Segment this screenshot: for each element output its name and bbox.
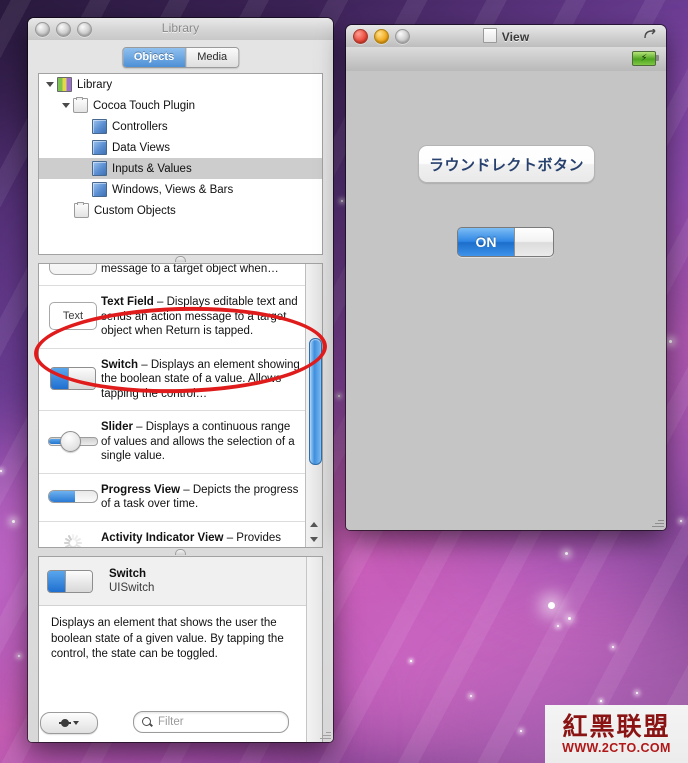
list-item[interactable]: Text Text Field – Displays editable text… xyxy=(39,286,306,349)
tree-row-label: Custom Objects xyxy=(94,204,176,217)
list-item[interactable]: Activity Indicator View – Provides xyxy=(39,522,306,548)
search-icon xyxy=(142,716,153,728)
object-list[interactable]: touch events and sends an action message… xyxy=(38,263,323,548)
objects-media-segmented-control[interactable]: Objects Media xyxy=(121,47,240,68)
tree-row-data-views[interactable]: Data Views xyxy=(39,137,322,158)
activity-indicator-thumb xyxy=(45,530,101,547)
view-toolbar[interactable]: ⚡ xyxy=(346,47,666,72)
list-item-title: Activity Indicator View xyxy=(101,531,224,544)
detail-description: Displays an element that shows the user … xyxy=(51,617,284,660)
detail-object-class: UISwitch xyxy=(109,582,155,594)
list-detail-splitter[interactable] xyxy=(28,547,333,556)
ui-switch[interactable]: ON xyxy=(457,227,554,257)
watermark: 紅黑联盟 WWW.2CTO.COM xyxy=(545,705,688,763)
scrollbar-thumb[interactable] xyxy=(309,338,322,465)
ui-switch-state-label: ON xyxy=(475,234,497,250)
tree-row-library[interactable]: Library xyxy=(39,74,322,95)
view-title-text: View xyxy=(501,30,530,44)
view-window[interactable]: View ⚡ ラウンドレクトボタン ON xyxy=(346,25,666,530)
tree-row-label: Data Views xyxy=(112,141,170,154)
document-icon xyxy=(482,28,497,43)
tab-media[interactable]: Media xyxy=(185,48,239,67)
library-window-title: Library xyxy=(161,21,200,35)
round-rect-button-thumb xyxy=(45,264,101,276)
list-item[interactable]: Switch – Displays an element showing the… xyxy=(39,349,306,411)
tree-row-cocoa-touch-plugin[interactable]: Cocoa Touch Plugin xyxy=(39,95,322,116)
watermark-url: WWW.2CTO.COM xyxy=(562,740,671,755)
list-item-title: Slider xyxy=(101,421,133,433)
round-rect-button[interactable]: ラウンドレクトボタン xyxy=(418,145,595,183)
list-item-description: Progress View – Depicts the progress of … xyxy=(101,482,300,512)
tree-list-splitter[interactable] xyxy=(28,254,333,263)
tree-row-inputs-and-values[interactable]: Inputs & Values xyxy=(39,158,322,179)
tab-objects[interactable]: Objects xyxy=(122,48,186,67)
switch-thumb xyxy=(47,569,99,593)
library-tree-view[interactable]: Library Cocoa Touch Plugin Controllers D… xyxy=(38,73,323,255)
view-window-title: View xyxy=(346,28,666,44)
toolbar-toggle-icon[interactable] xyxy=(644,29,657,42)
object-list-inner: touch events and sends an action message… xyxy=(39,263,306,548)
library-bottom-bar: Filter xyxy=(28,704,333,742)
library-window[interactable]: Library Objects Media Library Cocoa Touc… xyxy=(28,18,333,742)
detail-header: Switch UISwitch xyxy=(39,557,322,606)
library-titlebar[interactable]: Library xyxy=(28,18,333,41)
filter-input[interactable]: Filter xyxy=(133,711,289,733)
disclosure-triangle-icon[interactable] xyxy=(61,100,72,111)
round-rect-button-label: ラウンドレクトボタン xyxy=(428,155,584,174)
folder-icon xyxy=(73,97,88,113)
tree-row-controllers[interactable]: Controllers xyxy=(39,116,322,137)
text-field-thumb: Text xyxy=(45,294,101,339)
tree-row-label: Cocoa Touch Plugin xyxy=(93,99,196,112)
view-titlebar[interactable]: View xyxy=(346,25,666,48)
gear-action-button[interactable] xyxy=(40,712,98,734)
list-item-description: Activity Indicator View – Provides xyxy=(101,530,282,548)
view-canvas[interactable]: ラウンドレクトボタン ON xyxy=(346,71,666,530)
tree-row-windows-views-bars[interactable]: Windows, Views & Bars xyxy=(39,179,322,200)
slider-thumb xyxy=(45,419,101,464)
ui-switch-knob[interactable] xyxy=(514,228,553,256)
detail-object-name: Switch xyxy=(109,568,147,580)
filter-placeholder: Filter xyxy=(158,716,184,728)
tree-row-label: Library xyxy=(77,78,113,91)
disclosure-triangle-icon[interactable] xyxy=(45,79,56,90)
tree-row-label: Controllers xyxy=(112,120,168,133)
gear-icon xyxy=(59,717,71,729)
battery-charging-icon: ⚡ xyxy=(632,51,659,66)
watermark-logo-text: 紅黑联盟 xyxy=(562,711,671,741)
folder-icon xyxy=(74,202,89,218)
list-item-description: touch events and sends an action message… xyxy=(101,263,279,275)
list-item-title: Text Field xyxy=(101,296,154,308)
blue-box-icon xyxy=(92,161,107,176)
library-resize-handle[interactable] xyxy=(319,728,331,740)
list-item-title: Progress View xyxy=(101,483,181,496)
list-item-description: Text Field – Displays editable text and … xyxy=(101,294,300,339)
list-item[interactable]: touch events and sends an action message… xyxy=(39,263,306,286)
blue-box-icon xyxy=(92,119,107,134)
list-item-title: Switch xyxy=(101,358,139,371)
library-body: Objects Media Library Cocoa Touch Plugin… xyxy=(28,40,333,742)
list-item[interactable]: Progress View – Depicts the progress of … xyxy=(39,474,306,522)
list-item-description: Slider – Displays a continuous range of … xyxy=(101,419,300,464)
tree-row-label: Inputs & Values xyxy=(112,162,192,175)
view-resize-handle[interactable] xyxy=(651,515,664,528)
blue-box-icon xyxy=(92,182,107,197)
tree-row-label: Windows, Views & Bars xyxy=(112,183,234,196)
progress-view-thumb xyxy=(45,482,101,512)
list-item-description: Switch – Displays an element showing the… xyxy=(101,357,300,402)
list-item-body: – Provides xyxy=(223,531,282,544)
list-item[interactable]: Slider – Displays a continuous range of … xyxy=(39,411,306,474)
chevron-down-icon xyxy=(73,721,79,725)
scroll-up-arrow-icon[interactable] xyxy=(306,517,322,532)
ui-switch-on-side: ON xyxy=(458,228,514,256)
object-list-scrollbar[interactable] xyxy=(305,264,322,547)
switch-thumb xyxy=(45,357,101,402)
scroll-down-arrow-icon[interactable] xyxy=(306,532,322,547)
library-icon xyxy=(57,77,72,92)
tree-row-custom-objects[interactable]: Custom Objects xyxy=(39,200,322,221)
blue-box-icon xyxy=(92,140,107,155)
